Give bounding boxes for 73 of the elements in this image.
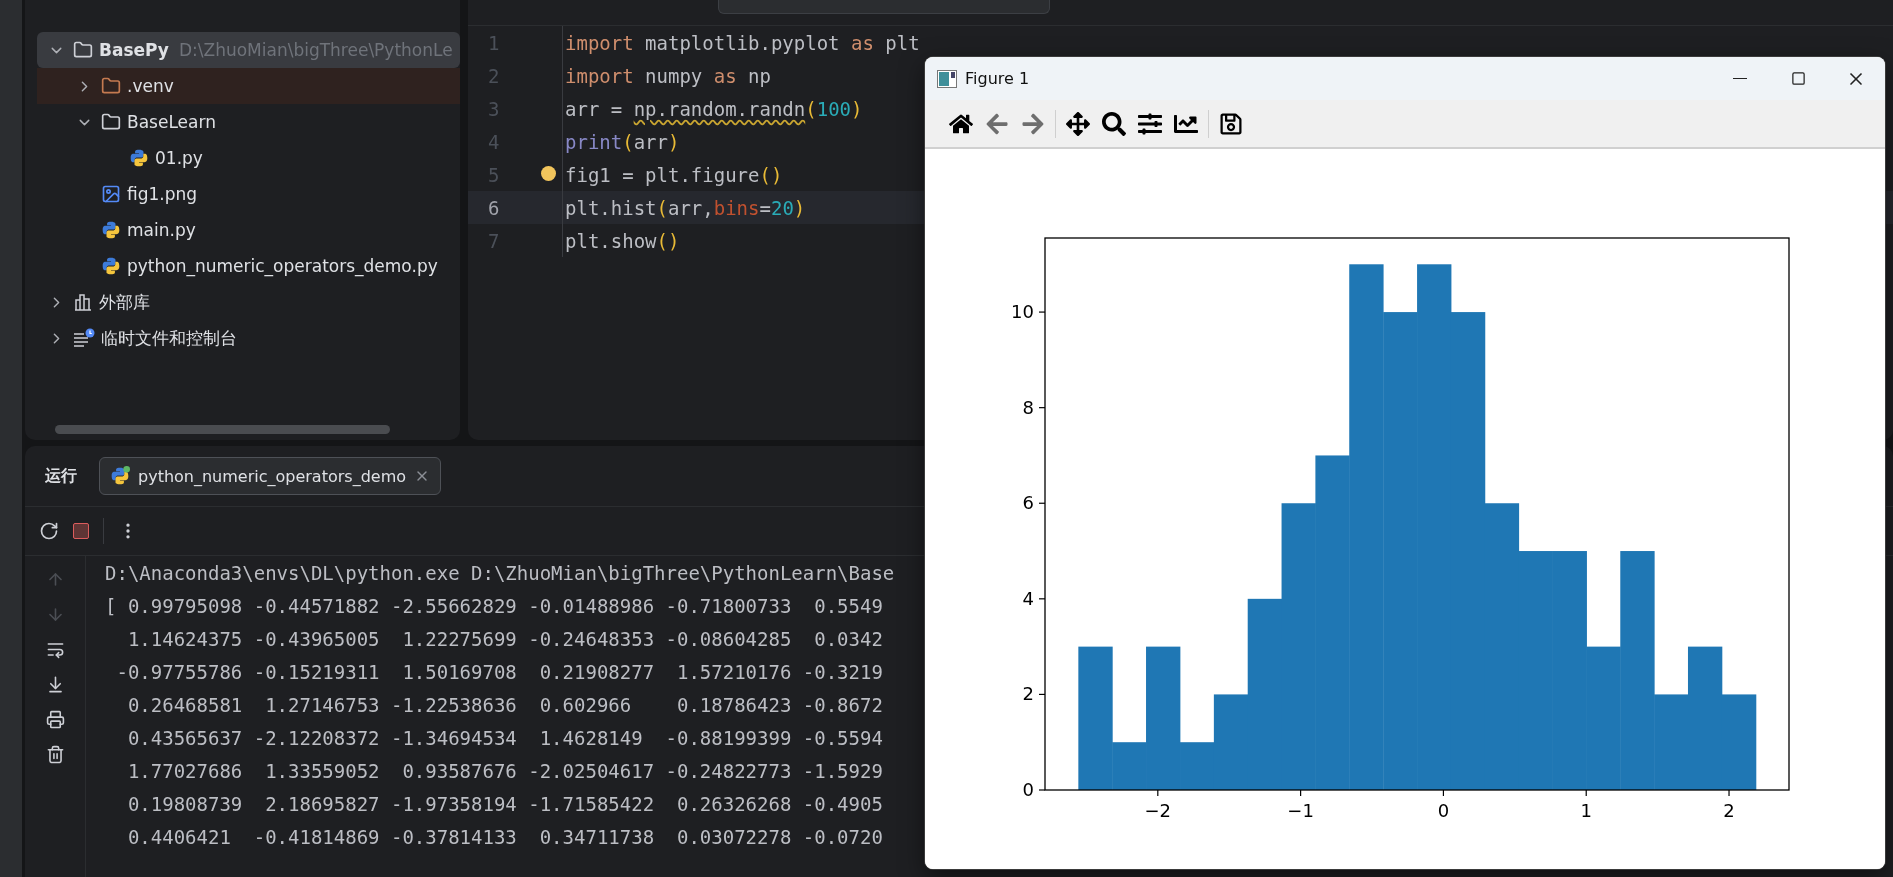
python-file-icon [101,256,121,276]
y-tick-label: 6 [1022,492,1034,514]
panel-title: 运行 [45,465,77,487]
print-icon[interactable] [45,710,65,729]
python-file-icon [129,148,149,168]
tick-mark [1038,598,1046,600]
tick-mark [1585,789,1587,797]
y-tick-label: 8 [1022,396,1034,418]
code-line: plt.hist(arr,bins=20) [565,196,806,219]
tree-item[interactable]: 临时文件和控制台 [37,320,460,356]
tick-mark [1038,407,1046,409]
tick-mark [1038,789,1046,791]
maximize-icon [1790,71,1806,86]
move-arrows-button[interactable] [1064,109,1092,138]
scratches-icon [73,328,95,348]
tree-item[interactable]: python_numeric_operators_demo.py [37,248,460,284]
x-tick-label: −2 [1144,800,1172,821]
tree-item[interactable]: fig1.png [37,176,460,212]
console-line: 0.19808739 2.18695827 -1.97358194 -1.71585422 0.26326268 -0.4905 [126,792,884,817]
search-button[interactable] [1100,109,1128,138]
console-line: 1.14624375 -0.43965005 1.22275699 -0.24648353 -0.08604285 0.0342 [126,627,884,652]
soft-wrap-icon[interactable] [45,640,65,659]
code-line: fig1 = plt.figure() [565,163,783,186]
python-run-icon [110,466,130,486]
code-line: import numpy as np [565,64,771,87]
tick-mark [1157,789,1159,797]
folder-icon [101,76,121,96]
y-tick-label: 10 [1011,301,1034,323]
y-tick-label: 2 [1022,683,1034,705]
folder-icon [73,40,93,60]
code-line: import matplotlib.pyplot as plt [565,31,920,54]
x-tick-label: −1 [1287,800,1314,821]
folder-icon [101,112,121,132]
tree-item[interactable]: 外部库 [37,284,460,320]
code-line: print(arr) [565,130,680,153]
console-line: D:\Anaconda3\envs\DL\python.exe D:\ZhuoMian\bigThree\PythonLearn\Base [105,561,895,586]
python-file-icon [101,220,121,240]
x-tick-label: 1 [1580,800,1592,821]
trash-icon[interactable] [45,745,65,764]
tree-item[interactable]: main.py [37,212,460,248]
minimize-icon [1733,77,1747,80]
window-title: Figure 1 [965,69,1031,88]
tick-mark [1038,311,1046,313]
tick-mark [1038,502,1046,504]
tick-mark [1038,693,1046,695]
run-tab[interactable]: python_numeric_operators_demo [99,457,442,495]
console-line: 1.77027686 1.33559052 0.93587676 -2.02504617 -0.24822773 -1.5929 [126,759,884,784]
code-line: arr = np.random.randn(100) [565,97,863,120]
code-line: plt.show() [565,229,680,252]
console-line: -0.97755786 -0.15219311 1.50169708 0.21908277 1.57210176 -0.3219 [115,660,884,685]
console-line: 0.4406421 -0.41814869 -0.37814133 0.34711738 0.03072278 -0.0720 [126,825,884,850]
stop-icon[interactable] [73,523,89,539]
library-icon [73,292,93,312]
tree-item[interactable]: .venv [37,68,460,104]
image-file-icon [101,184,121,204]
tree-item[interactable]: BasePy D:\ZhuoMian\bigThree\PythonLe [37,32,460,68]
y-tick-label: 0 [1022,779,1034,800]
scrollbar[interactable] [55,425,390,434]
console-line: [ 0.99795098 -0.44571882 -2.55662829 -0.01488986 -0.71800733 0.5549 [105,594,884,619]
line-number: 6 [488,196,500,219]
y-tick-label: 4 [1022,587,1034,609]
tree-item[interactable]: BaseLearn [37,104,460,140]
x-tick-label: 0 [1437,800,1450,821]
console-line: 0.26468581 1.27146753 -1.22538636 0.602966 0.18786423 -0.8672 [126,693,884,718]
lightbulb-icon[interactable] [541,166,556,181]
tick-mark [1442,789,1444,797]
tick-mark [1300,789,1302,797]
tree-item[interactable]: 01.py [37,140,460,176]
rerun-icon[interactable] [39,521,59,541]
window-app-icon [937,69,957,88]
console-line: 0.43565637 -2.12208372 -1.34694534 1.4628149 -0.88199399 -0.5594 [126,726,884,751]
tick-mark [1728,789,1730,797]
x-tick-label: 2 [1723,800,1735,821]
